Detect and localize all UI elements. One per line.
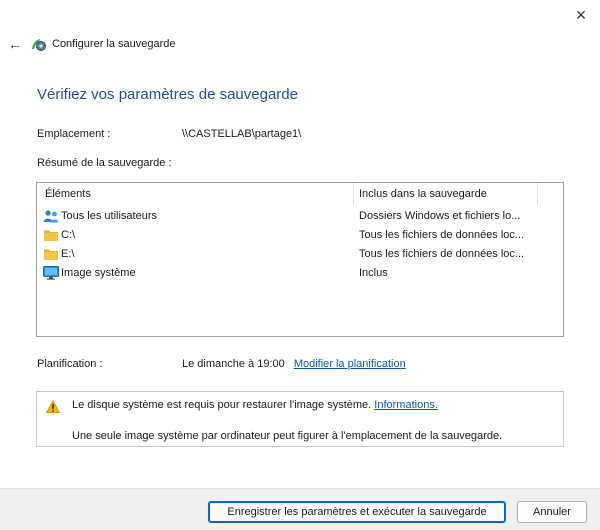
window-title: Configurer la sauvegarde <box>52 38 176 50</box>
change-schedule-link[interactable]: Modifier la planification <box>294 358 406 370</box>
page-title: Vérifiez vos paramètres de sauvegarde <box>37 86 298 103</box>
warning-text: Le disque système est requis pour restau… <box>72 399 438 411</box>
location-label: Emplacement : <box>37 128 111 140</box>
schedule-value: Le dimanche à 19:00 Modifier la planific… <box>182 358 406 370</box>
folder-icon <box>44 249 58 260</box>
column-divider[interactable] <box>537 183 538 205</box>
list-item[interactable]: C:\ Tous les fichiers de données loc... <box>37 226 563 245</box>
back-arrow-icon: ← <box>8 36 22 52</box>
item-included: Dossiers Windows et fichiers lo... <box>359 210 521 222</box>
column-divider[interactable] <box>353 183 354 205</box>
column-header-items[interactable]: Éléments <box>45 183 91 205</box>
list-item[interactable]: Tous les utilisateurs Dossiers Windows e… <box>37 207 563 226</box>
close-button[interactable]: × <box>566 2 596 28</box>
column-header-included[interactable]: Inclus dans la sauvegarde <box>359 183 487 205</box>
item-label: E:\ <box>61 248 75 260</box>
warning-note: Une seule image système par ordinateur p… <box>72 430 503 442</box>
close-icon: × <box>575 5 587 25</box>
save-and-run-button[interactable]: Enregistrer les paramètres et exécuter l… <box>208 501 506 523</box>
location-value: \\CASTELLAB\partage1\ <box>182 128 302 140</box>
cancel-button[interactable]: Annuler <box>517 501 587 523</box>
list-item[interactable]: E:\ Tous les fichiers de données loc... <box>37 245 563 264</box>
item-label: Image système <box>61 267 136 279</box>
schedule-row: Planification : Le dimanche à 19:00 Modi… <box>37 358 406 370</box>
folder-icon <box>44 230 58 241</box>
backup-app-icon <box>32 39 46 51</box>
information-link[interactable]: Informations. <box>374 399 438 411</box>
summary-list[interactable]: Éléments Inclus dans la sauvegarde Tous … <box>36 182 564 337</box>
button-bar: Enregistrer les paramètres et exécuter l… <box>0 488 600 530</box>
schedule-text: Le dimanche à 19:00 <box>182 358 285 370</box>
list-item[interactable]: Image système Inclus <box>37 264 563 283</box>
item-label: Tous les utilisateurs <box>61 210 157 222</box>
item-included: Inclus <box>359 267 388 279</box>
item-label: C:\ <box>61 229 76 241</box>
monitor-icon <box>43 266 59 280</box>
warning-message: Le disque système est requis pour restau… <box>72 399 372 411</box>
warning-panel: Le disque système est requis pour restau… <box>36 391 564 447</box>
location-row: Emplacement : \\CASTELLAB\partage1\ <box>37 128 301 140</box>
warning-icon <box>46 400 60 413</box>
users-icon <box>43 210 59 223</box>
summary-label: Résumé de la sauvegarde : <box>37 157 172 169</box>
item-included: Tous les fichiers de données loc... <box>359 248 525 260</box>
schedule-label: Planification : <box>37 358 103 370</box>
back-button[interactable]: ← <box>6 34 24 54</box>
title-bar: ← Configurer la sauvegarde <box>6 34 176 54</box>
item-included: Tous les fichiers de données loc... <box>359 229 525 241</box>
